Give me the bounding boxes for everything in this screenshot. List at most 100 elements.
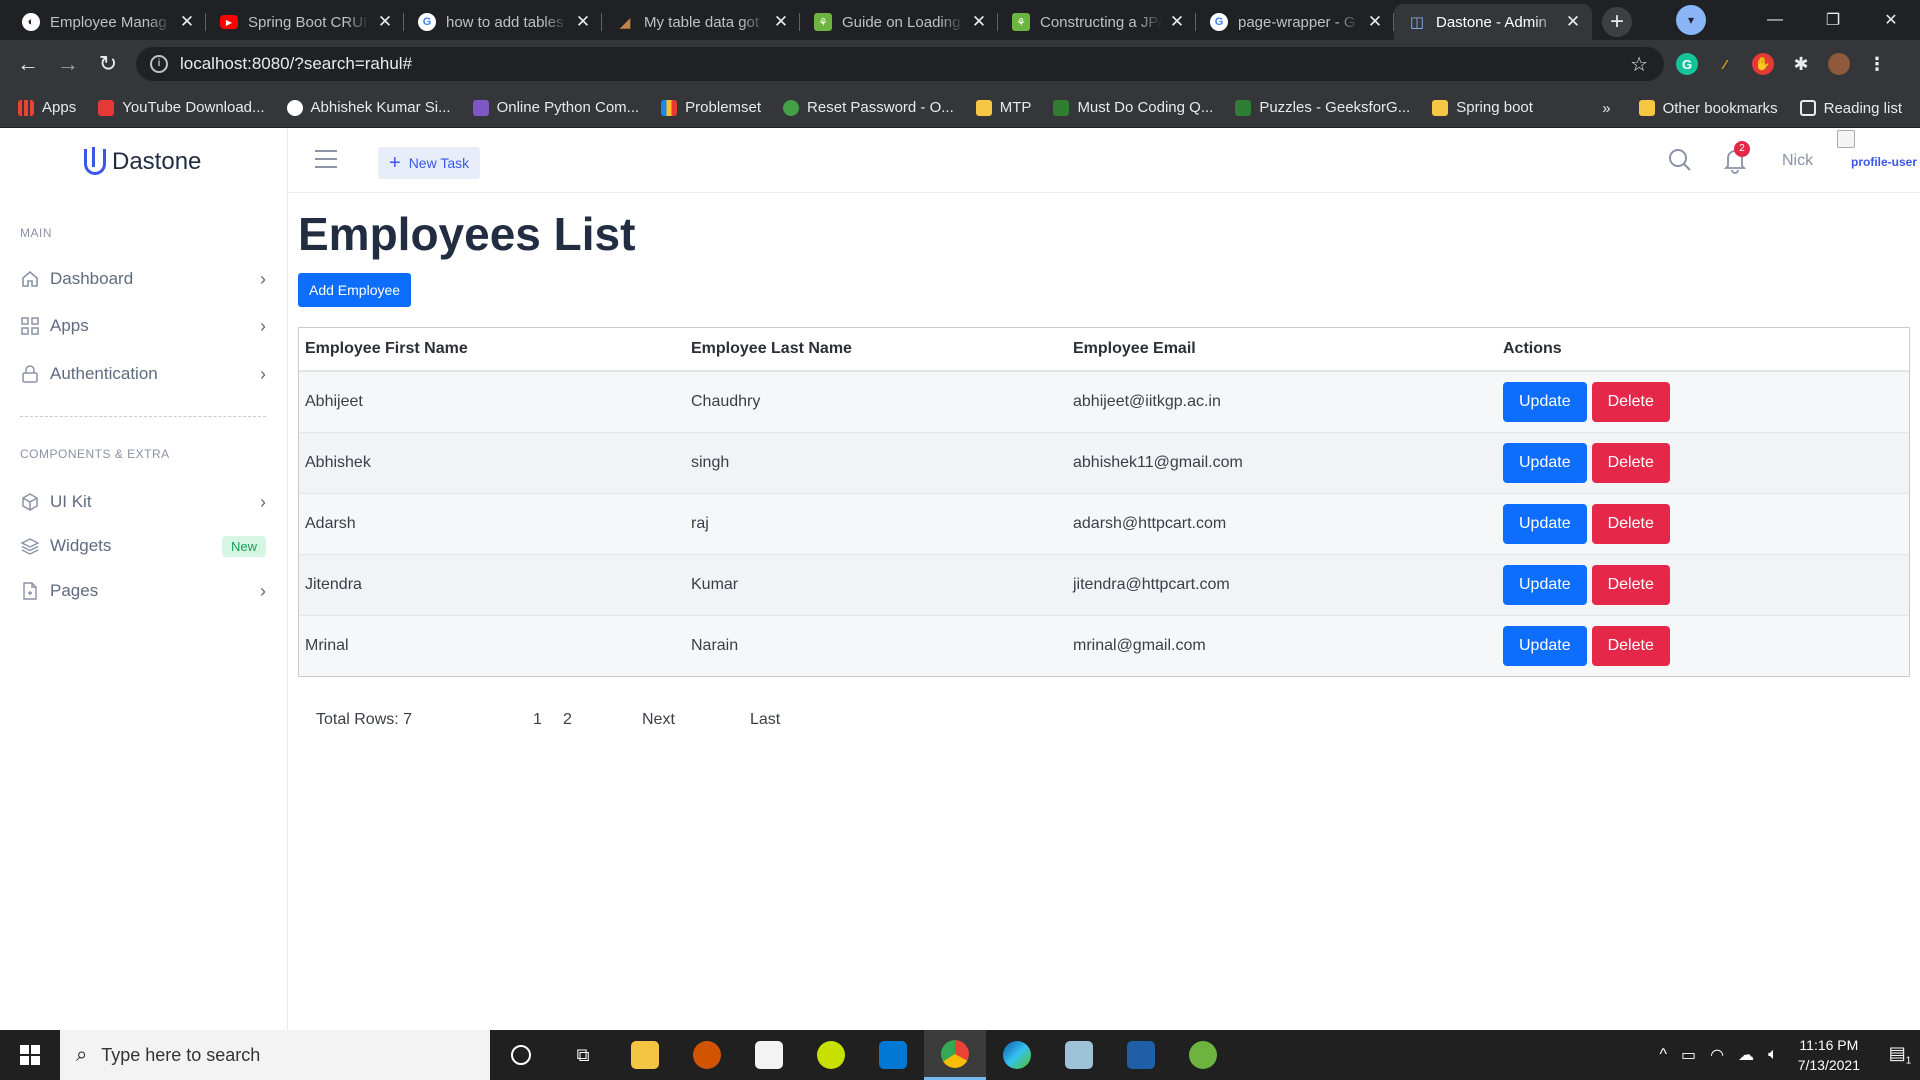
cell-first-name: Mrinal bbox=[305, 637, 349, 654]
last-page-link[interactable]: Last bbox=[750, 711, 780, 729]
mail-icon[interactable] bbox=[862, 1030, 924, 1080]
page-link-1[interactable]: 1 bbox=[533, 711, 542, 729]
close-tab-icon[interactable]: ✕ bbox=[1564, 12, 1582, 32]
chrome-menu-icon[interactable]: ⋮ bbox=[1866, 53, 1888, 75]
close-tab-icon[interactable]: ✕ bbox=[970, 12, 988, 32]
update-button[interactable]: Update bbox=[1503, 382, 1587, 422]
battery-icon[interactable]: ▭ bbox=[1681, 1045, 1696, 1065]
volume-icon[interactable]: 🔈︎ bbox=[1768, 1046, 1778, 1064]
task-view-icon[interactable]: ⧉ bbox=[552, 1030, 614, 1080]
bookmark-item[interactable]: YouTube Download... bbox=[98, 99, 265, 116]
cortana-icon[interactable] bbox=[490, 1030, 552, 1080]
url-text[interactable]: localhost:8080/?search=rahul# bbox=[180, 54, 412, 74]
tab-title: Guide on Loading bbox=[842, 13, 961, 31]
other-bookmarks-folder[interactable]: Other bookmarks bbox=[1638, 100, 1778, 117]
sidebar-item-pages[interactable]: Pages › bbox=[20, 576, 266, 606]
bookmark-folder[interactable]: MTP bbox=[975, 99, 1031, 116]
sidebar-item-apps[interactable]: Apps › bbox=[20, 311, 266, 341]
sidebar-item-authentication[interactable]: Authentication › bbox=[20, 359, 266, 389]
bookmark-folder[interactable]: Spring boot bbox=[1432, 99, 1533, 116]
search-icon[interactable] bbox=[1668, 148, 1692, 172]
browser-tab[interactable]: ◢ My table data got ✕ bbox=[602, 4, 800, 40]
close-tab-icon[interactable]: ✕ bbox=[772, 12, 790, 32]
browser-tab[interactable]: ◐ Employee Manag ✕ bbox=[8, 4, 206, 40]
profile-avatar-icon[interactable] bbox=[1828, 53, 1850, 75]
bookmark-item[interactable]: Online Python Com... bbox=[472, 99, 639, 116]
delete-button[interactable]: Delete bbox=[1591, 443, 1670, 483]
edge-icon[interactable] bbox=[986, 1030, 1048, 1080]
delete-button[interactable]: Delete bbox=[1591, 565, 1670, 605]
close-tab-icon[interactable]: ✕ bbox=[1168, 12, 1186, 32]
brand-logo[interactable]: Dastone bbox=[84, 147, 201, 176]
taskbar-search-box[interactable]: ⌕ Type here to search bbox=[60, 1030, 490, 1080]
windows-start-icon[interactable] bbox=[0, 1030, 60, 1080]
extensions-puzzle-icon[interactable]: ✱ bbox=[1790, 53, 1812, 75]
update-button[interactable]: Update bbox=[1503, 565, 1587, 605]
bookmarks-overflow-button[interactable]: » bbox=[1602, 100, 1610, 117]
browser-tab[interactable]: ▶ Spring Boot CRUI ✕ bbox=[206, 4, 404, 40]
folder-icon bbox=[1638, 100, 1655, 116]
close-window-icon[interactable]: ✕ bbox=[1862, 10, 1920, 30]
grammarly-icon[interactable]: G bbox=[1676, 53, 1698, 75]
browser-tab[interactable]: ⚘ Constructing a JPA ✕ bbox=[998, 4, 1196, 40]
browser-tab[interactable]: ⚘ Guide on Loading ✕ bbox=[800, 4, 998, 40]
new-task-button[interactable]: + New Task bbox=[378, 147, 481, 179]
wifi-icon[interactable]: ◠ bbox=[1710, 1045, 1724, 1065]
back-icon[interactable]: ← bbox=[8, 51, 48, 77]
notepad-icon[interactable] bbox=[1048, 1030, 1110, 1080]
address-bar[interactable]: i localhost:8080/?search=rahul# ☆ bbox=[136, 47, 1664, 81]
menu-toggle-icon[interactable] bbox=[315, 150, 337, 174]
bookmark-item[interactable]: Problemset bbox=[661, 99, 761, 116]
lock-icon bbox=[20, 364, 40, 384]
delete-button[interactable]: Delete bbox=[1591, 504, 1670, 544]
update-button[interactable]: Update bbox=[1503, 443, 1587, 483]
user-name[interactable]: Nick bbox=[1782, 152, 1813, 170]
bookmark-item[interactable]: Must Do Coding Q... bbox=[1053, 99, 1213, 116]
browser-tab[interactable]: Ghow to add tables ✕ bbox=[404, 4, 602, 40]
microsoft-store-icon[interactable] bbox=[738, 1030, 800, 1080]
close-tab-icon[interactable]: ✕ bbox=[376, 12, 394, 32]
delete-button[interactable]: Delete bbox=[1591, 382, 1670, 422]
tab-search-icon[interactable]: ▾ bbox=[1676, 5, 1706, 35]
file-explorer-icon[interactable] bbox=[614, 1030, 676, 1080]
photos-icon[interactable] bbox=[1110, 1030, 1172, 1080]
reload-icon[interactable]: ↻ bbox=[88, 51, 128, 77]
notification-center-icon[interactable]: ▤1 bbox=[1880, 1043, 1920, 1067]
close-tab-icon[interactable]: ✕ bbox=[1366, 12, 1384, 32]
sidebar-item-widgets[interactable]: Widgets New bbox=[20, 531, 266, 561]
update-button[interactable]: Update bbox=[1503, 626, 1587, 666]
delete-button[interactable]: Delete bbox=[1591, 626, 1670, 666]
close-tab-icon[interactable]: ✕ bbox=[178, 12, 196, 32]
xbox-app-icon[interactable] bbox=[800, 1030, 862, 1080]
sidebar-item-dashboard[interactable]: Dashboard › bbox=[20, 264, 266, 294]
reading-list-button[interactable]: Reading list bbox=[1799, 100, 1902, 117]
color-picker-icon[interactable]: ⁄ bbox=[1714, 53, 1736, 75]
spring-tool-suite-icon[interactable] bbox=[1172, 1030, 1234, 1080]
bookmark-item[interactable]: Abhishek Kumar Si... bbox=[286, 99, 451, 116]
browser-tab[interactable]: Gpage-wrapper - G ✕ bbox=[1196, 4, 1394, 40]
bookmark-apps[interactable]: Apps bbox=[18, 99, 76, 116]
onedrive-icon[interactable]: ☁ bbox=[1738, 1045, 1754, 1065]
minimize-icon[interactable]: — bbox=[1746, 11, 1804, 29]
chevron-up-icon[interactable]: ^ bbox=[1659, 1046, 1667, 1064]
site-info-icon[interactable]: i bbox=[150, 55, 168, 73]
bookmark-item[interactable]: Puzzles - GeeksforG... bbox=[1235, 99, 1410, 116]
chrome-taskbar-icon[interactable] bbox=[924, 1030, 986, 1080]
restore-icon[interactable]: ❐ bbox=[1804, 10, 1862, 30]
browser-tab-active[interactable]: ◫ Dastone - Admin ✕ bbox=[1394, 4, 1592, 40]
new-tab-button[interactable]: + bbox=[1602, 7, 1632, 37]
bookmark-item[interactable]: Reset Password - O... bbox=[783, 99, 954, 116]
profile-avatar[interactable]: profile-user bbox=[1837, 130, 1917, 190]
sidebar-item-ui-kit[interactable]: UI Kit › bbox=[20, 487, 266, 517]
system-clock[interactable]: 11:16 PM 7/13/2021 bbox=[1798, 1035, 1860, 1075]
next-page-link[interactable]: Next bbox=[642, 711, 675, 729]
forward-icon[interactable]: → bbox=[48, 51, 88, 77]
update-button[interactable]: Update bbox=[1503, 504, 1587, 544]
add-employee-button[interactable]: Add Employee bbox=[298, 273, 412, 307]
close-tab-icon[interactable]: ✕ bbox=[574, 12, 592, 32]
adblock-icon[interactable]: ✋ bbox=[1752, 53, 1774, 75]
download-icon bbox=[98, 99, 115, 116]
page-link-2[interactable]: 2 bbox=[563, 711, 572, 729]
media-app-icon[interactable] bbox=[676, 1030, 738, 1080]
bookmark-star-icon[interactable]: ☆ bbox=[1630, 52, 1648, 77]
